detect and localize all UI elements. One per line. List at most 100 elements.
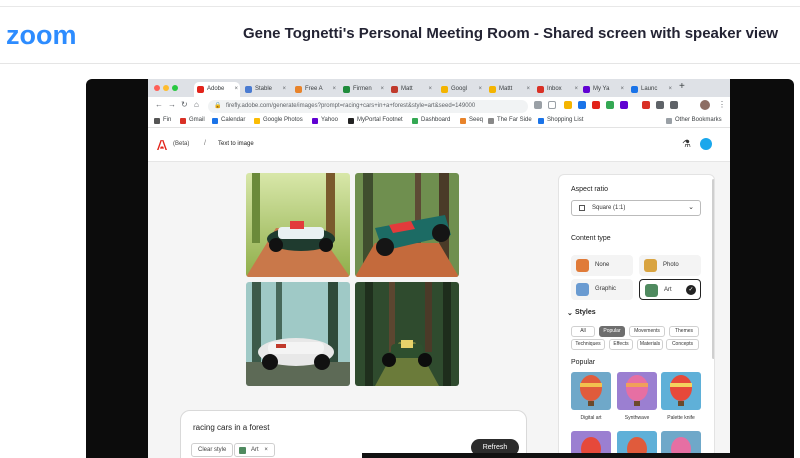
- style-tab-themes[interactable]: Themes: [669, 326, 699, 337]
- close-window-button[interactable]: [154, 85, 160, 91]
- bookmark-item[interactable]: The Far Side: [488, 117, 532, 124]
- browser-tab[interactable]: Matt ×: [388, 82, 434, 97]
- browser-tab[interactable]: Launc ×: [628, 82, 674, 97]
- content-type-thumbnail-icon: [644, 259, 657, 272]
- close-tab-icon[interactable]: ×: [526, 82, 530, 97]
- close-tab-icon[interactable]: ×: [574, 82, 578, 97]
- browser-tab[interactable]: Adobe ×: [194, 82, 240, 97]
- panel-scrollbar[interactable]: [712, 179, 714, 359]
- style-tab-movements[interactable]: Movements: [629, 326, 665, 337]
- tab-label: My Ya: [593, 86, 610, 92]
- tab-label: Free A: [305, 86, 323, 92]
- style-tab-popular[interactable]: Popular: [599, 326, 625, 337]
- close-tab-icon[interactable]: ×: [668, 82, 672, 97]
- zoom-title-bar: zoom Gene Tognetti's Personal Meeting Ro…: [0, 0, 800, 64]
- tab-favicon-icon: [489, 86, 496, 93]
- bookmark-item[interactable]: Calendar: [212, 117, 245, 124]
- styles-title[interactable]: ⌄ Styles: [567, 309, 596, 317]
- style-tab-all[interactable]: All: [571, 326, 595, 337]
- bookmark-label: Gmail: [189, 117, 205, 123]
- firefly-page: (Beta) / Text to image ⚗ racing cars in …: [148, 128, 730, 458]
- browser-tab[interactable]: Inbox ×: [534, 82, 580, 97]
- style-tab-concepts[interactable]: Concepts: [666, 339, 699, 350]
- zoom-window-button[interactable]: [172, 85, 178, 91]
- bookmark-item[interactable]: Dashboard: [412, 117, 450, 124]
- bookmark-item[interactable]: Gmail: [180, 117, 205, 124]
- other-bookmarks[interactable]: Other Bookmarks: [666, 117, 722, 124]
- tab-label: Matt: [401, 86, 413, 92]
- bookmark-item[interactable]: MyPortal Footnet: [348, 117, 403, 124]
- close-tab-icon[interactable]: ×: [332, 82, 336, 97]
- tab-strip: Adobe × Stable × Free A × Firmen × Matt × Googl × Ma…: [148, 79, 730, 97]
- extension-icon[interactable]: [606, 101, 614, 109]
- home-icon[interactable]: ⌂: [194, 100, 199, 109]
- prompt-input[interactable]: racing cars in a forest: [193, 423, 269, 432]
- close-tab-icon[interactable]: ×: [428, 82, 432, 97]
- adobe-logo-icon[interactable]: [157, 140, 167, 150]
- new-tab-button[interactable]: +: [679, 81, 685, 92]
- extensions-puzzle-icon[interactable]: [656, 101, 664, 109]
- bookmark-item[interactable]: Fin: [154, 117, 171, 124]
- browser-tab[interactable]: Googl ×: [438, 82, 484, 97]
- content-type-none[interactable]: None: [571, 255, 633, 276]
- aspect-ratio-select[interactable]: Square (1:1) ⌄: [571, 200, 701, 216]
- generated-image-4[interactable]: [355, 282, 459, 386]
- close-tab-icon[interactable]: ×: [478, 82, 482, 97]
- profile-avatar[interactable]: [700, 100, 710, 110]
- share-icon[interactable]: [534, 101, 542, 109]
- browser-tab[interactable]: Firmen ×: [340, 82, 386, 97]
- close-icon[interactable]: ×: [264, 447, 268, 453]
- menu-kebab-icon[interactable]: ⋮: [718, 100, 726, 109]
- bookmark-favicon-icon: [460, 118, 466, 124]
- bookmark-label: Google Photos: [263, 117, 303, 123]
- art-style-chip[interactable]: Art ×: [234, 443, 275, 457]
- reload-icon[interactable]: ↻: [181, 100, 188, 109]
- bookmarks-bar: Fin Gmail Calendar Google Photos Yahoo MyPort…: [148, 115, 730, 128]
- browser-tab[interactable]: Stable ×: [242, 82, 288, 97]
- browser-tab[interactable]: Mattt ×: [486, 82, 532, 97]
- bookmark-item[interactable]: Shopping List: [538, 117, 583, 124]
- close-tab-icon[interactable]: ×: [282, 82, 286, 97]
- style-thumbnail-label: Palette knife: [667, 415, 695, 421]
- tab-label: Firmen: [353, 86, 372, 92]
- breadcrumb-text-to-image[interactable]: Text to image: [218, 141, 254, 147]
- bookmark-favicon-icon: [254, 118, 260, 124]
- generated-image-2[interactable]: [355, 173, 459, 277]
- style-tab-techniques[interactable]: Techniques: [571, 339, 605, 350]
- content-type-graphic[interactable]: Graphic: [571, 279, 633, 300]
- style-tab-materials[interactable]: Materials: [637, 339, 663, 350]
- style-thumbnail[interactable]: [617, 372, 657, 410]
- minimize-window-button[interactable]: [163, 85, 169, 91]
- back-icon[interactable]: ←: [155, 100, 163, 109]
- generated-image-3[interactable]: [246, 282, 350, 386]
- sidebar-icon[interactable]: [670, 101, 678, 109]
- extension-icon[interactable]: [620, 101, 628, 109]
- flask-icon[interactable]: ⚗: [682, 139, 691, 150]
- extension-icon[interactable]: [578, 101, 586, 109]
- style-tab-effects[interactable]: Effects: [609, 339, 633, 350]
- bookmark-item[interactable]: Google Photos: [254, 117, 303, 124]
- art-thumbnail-icon: [239, 447, 246, 454]
- url-input[interactable]: 🔒 firefly.adobe.com/generate/images?prom…: [208, 100, 528, 113]
- bookmark-star-icon[interactable]: [548, 101, 556, 109]
- browser-tab[interactable]: Free A ×: [292, 82, 338, 97]
- forward-icon[interactable]: →: [168, 100, 176, 109]
- extension-icon[interactable]: [564, 101, 572, 109]
- user-avatar[interactable]: [700, 138, 712, 150]
- style-thumbnail[interactable]: [661, 372, 701, 410]
- style-thumbnail[interactable]: [571, 372, 611, 410]
- tab-favicon-icon: [537, 86, 544, 93]
- bookmark-item[interactable]: Yahoo: [312, 117, 338, 124]
- settings-panel: Aspect ratio Square (1:1) ⌄ Content type…: [558, 174, 715, 458]
- close-tab-icon[interactable]: ×: [234, 82, 238, 97]
- browser-tab[interactable]: My Ya ×: [580, 82, 626, 97]
- extension-icon[interactable]: [642, 101, 650, 109]
- content-type-photo[interactable]: Photo: [639, 255, 701, 276]
- bookmark-item[interactable]: Seeq: [460, 117, 483, 124]
- close-tab-icon[interactable]: ×: [380, 82, 384, 97]
- generated-image-1[interactable]: [246, 173, 350, 277]
- content-type-art[interactable]: Art ✓: [639, 279, 701, 300]
- clear-styles-button[interactable]: Clear style: [191, 443, 234, 457]
- extension-icon[interactable]: [592, 101, 600, 109]
- close-tab-icon[interactable]: ×: [620, 82, 624, 97]
